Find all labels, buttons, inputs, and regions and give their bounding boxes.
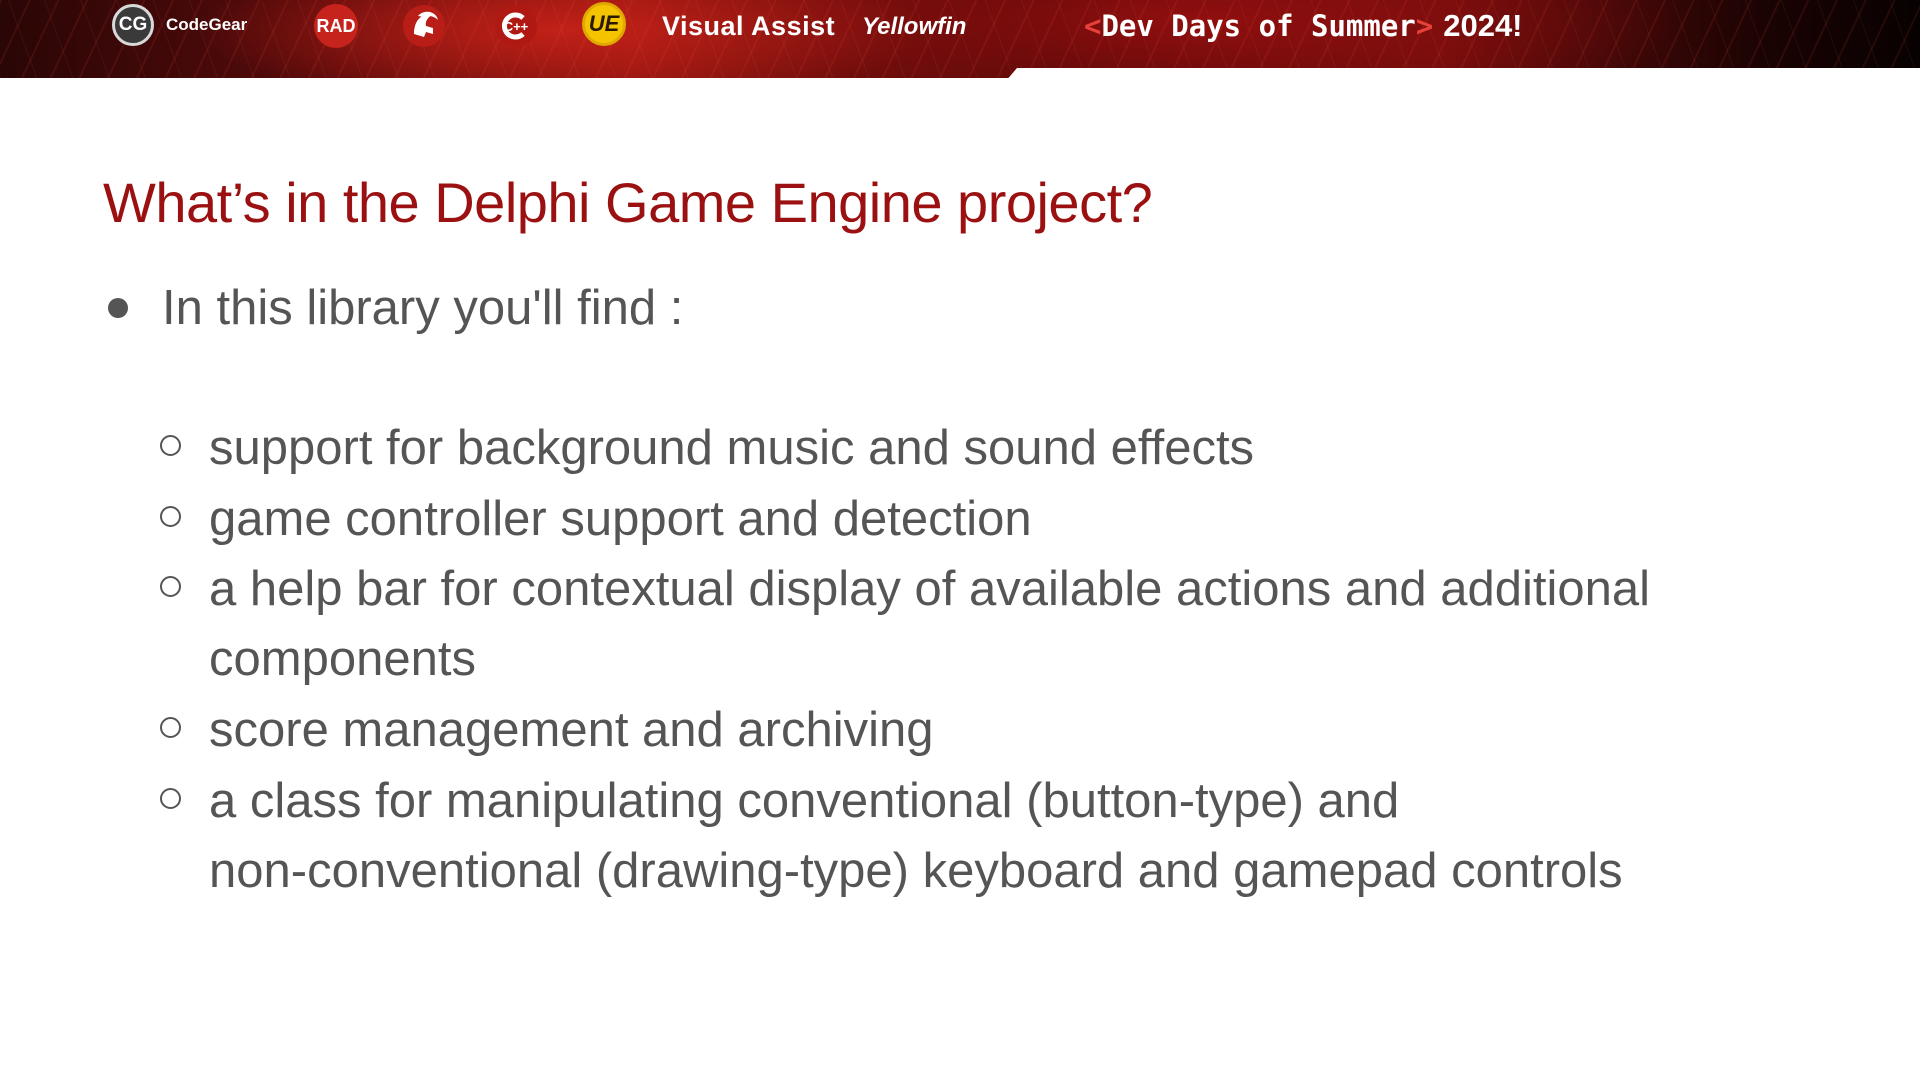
list-item-text: a class for manipulating conventional (b… (209, 774, 1400, 828)
visual-assist-logo: Visual Assist (662, 10, 836, 41)
list-item-text: game controller support and detection (209, 492, 1032, 546)
yellowfin-logo: Yellowfin (862, 13, 967, 40)
bullet-circle-icon (160, 576, 181, 597)
event-title: < Dev Days of Summer >2024! (1084, 4, 1523, 48)
list-item: a class for manipulating conventional (b… (160, 766, 1623, 906)
event-name: Dev Days of Summer (1101, 9, 1416, 43)
list-item-text: a help bar for contextual display of ava… (209, 562, 1651, 616)
cpp-logo-label: C++ (504, 19, 529, 34)
header-banner: CG CodeGear RAD C++ UE Visual Assist Yel… (0, 0, 1920, 78)
slide-title: What’s in the Delphi Game Engine project… (103, 171, 1153, 234)
bullet-circle-icon (160, 717, 181, 738)
list-item-text-continued: components (209, 632, 476, 686)
ue-logo-icon: UE (582, 2, 626, 46)
bullet-circle-icon (160, 506, 181, 527)
list-item: support for background music and sound e… (160, 413, 1254, 483)
codegear-logo-text: CodeGear (166, 15, 248, 34)
list-item: score management and archiving (160, 695, 934, 765)
rad-logo-icon: RAD (314, 4, 358, 48)
list-item-text: support for background music and sound e… (209, 421, 1255, 475)
list-item: game controller support and detection (160, 484, 1032, 554)
bullet-circle-icon (160, 435, 181, 456)
banner-edge-divider (1005, 68, 1920, 82)
codegear-logo-icon: CG (112, 4, 154, 46)
list-item-text: score management and archiving (209, 703, 934, 757)
list-item-text-continued: non-conventional (drawing-type) keyboard… (209, 844, 1623, 898)
list-item: a help bar for contextual display of ava… (160, 554, 1650, 694)
spartan-helmet-icon (403, 5, 445, 47)
bullet-dot-icon (108, 298, 128, 318)
intro-bullet: In this library you'll find : (108, 280, 683, 336)
cpp-logo-icon: C++ (495, 5, 537, 47)
event-close-bracket: > (1415, 9, 1434, 43)
intro-text: In this library you'll find : (162, 281, 684, 335)
event-year: 2024! (1443, 8, 1523, 43)
bullet-circle-icon (160, 788, 181, 809)
event-open-bracket: < (1084, 9, 1102, 43)
